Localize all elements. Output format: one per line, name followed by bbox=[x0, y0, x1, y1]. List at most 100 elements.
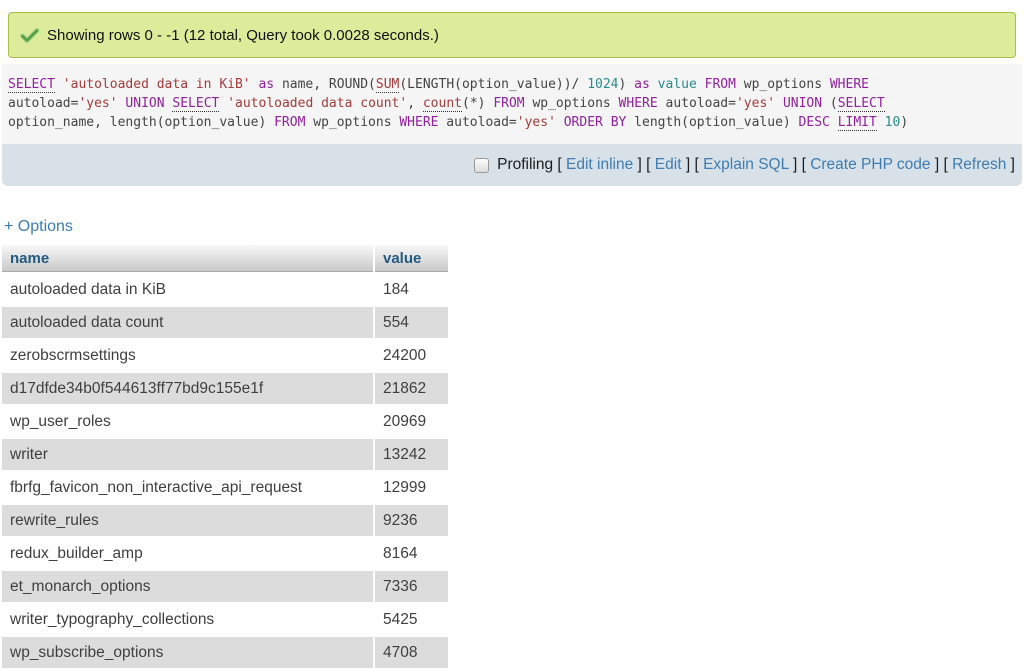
sql-token: 'autoloaded data in KiB' bbox=[63, 77, 251, 92]
sql-help-link[interactable]: LIMIT bbox=[838, 115, 877, 131]
explain-sql-link[interactable]: Explain SQL bbox=[703, 156, 789, 173]
cell-value: 554 bbox=[375, 307, 448, 338]
cell-name: writer_typography_collections bbox=[2, 604, 373, 635]
cell-value: 24200 bbox=[375, 340, 448, 371]
cell-name: et_monarch_options bbox=[2, 571, 373, 602]
cell-value: 12999 bbox=[375, 472, 448, 503]
bracket: ] bbox=[931, 156, 940, 173]
results-table-body: autoloaded data in KiB184autoloaded data… bbox=[2, 274, 448, 668]
sql-token: WHERE bbox=[830, 77, 869, 92]
table-row: writer_typography_collections5425 bbox=[2, 604, 448, 635]
cell-value: 20969 bbox=[375, 406, 448, 437]
sql-token: (LENGTH(option_value))/ bbox=[399, 77, 587, 92]
bracket: ] bbox=[633, 156, 642, 173]
cell-value: 8164 bbox=[375, 538, 448, 569]
sql-help-link[interactable]: SELECT bbox=[838, 96, 885, 112]
sql-line: option_name, length(option_value) FROM w… bbox=[8, 113, 1016, 132]
sql-token: 10 bbox=[885, 115, 901, 130]
query-tools-bar: Profiling [ Edit inline ] [ Edit ] [ Exp… bbox=[2, 144, 1022, 186]
sql-token: as bbox=[258, 77, 274, 92]
sql-token: 1024 bbox=[587, 77, 618, 92]
sql-token: autoload= bbox=[438, 115, 516, 130]
sql-token: ) bbox=[900, 115, 908, 130]
edit-inline-link[interactable]: Edit inline bbox=[566, 156, 633, 173]
sql-token: DESC bbox=[799, 115, 830, 130]
sql-token: 'yes' bbox=[736, 96, 775, 111]
cell-value: 9236 bbox=[375, 505, 448, 536]
sql-help-link[interactable]: SELECT bbox=[172, 96, 219, 112]
bracket: [ bbox=[642, 156, 655, 173]
sql-query-display: SELECT 'autoloaded data in KiB' as name,… bbox=[2, 64, 1022, 144]
sql-token: wp_options bbox=[525, 96, 619, 111]
sql-token: autoload= bbox=[8, 96, 78, 111]
query-result-container: SELECT 'autoloaded data in KiB' as name,… bbox=[2, 64, 1022, 186]
cell-value: 184 bbox=[375, 274, 448, 305]
sql-token bbox=[775, 96, 783, 111]
profiling-checkbox[interactable] bbox=[474, 158, 489, 173]
cell-value: 13242 bbox=[375, 439, 448, 470]
cell-name: wp_user_roles bbox=[2, 406, 373, 437]
sql-token: 'autoloaded data count' bbox=[227, 96, 407, 111]
refresh-link[interactable]: Refresh bbox=[952, 156, 1006, 173]
bracket: [ bbox=[797, 156, 810, 173]
table-row: wp_user_roles20969 bbox=[2, 406, 448, 437]
bracket: [ bbox=[939, 156, 952, 173]
cell-value: 21862 bbox=[375, 373, 448, 404]
cell-value: 4708 bbox=[375, 637, 448, 668]
sql-token: 'yes' bbox=[517, 115, 556, 130]
sql-token: option_name, length(option_value) bbox=[8, 115, 274, 130]
result-status-text: Showing rows 0 - -1 (12 total, Query too… bbox=[47, 27, 439, 44]
table-row: redux_builder_amp8164 bbox=[2, 538, 448, 569]
cell-value: 5425 bbox=[375, 604, 448, 635]
bracket: [ bbox=[553, 156, 566, 173]
table-row: wp_subscribe_options4708 bbox=[2, 637, 448, 668]
sql-token: length(option_value) bbox=[626, 115, 798, 130]
sql-token: value bbox=[658, 77, 697, 92]
sql-token bbox=[877, 115, 885, 130]
table-row: autoloaded data count554 bbox=[2, 307, 448, 338]
column-header-value[interactable]: value bbox=[375, 245, 448, 272]
cell-name: wp_subscribe_options bbox=[2, 637, 373, 668]
sql-token: autoload= bbox=[658, 96, 736, 111]
sql-token: 'yes' bbox=[78, 96, 117, 111]
cell-name: redux_builder_amp bbox=[2, 538, 373, 569]
sql-token: UNION bbox=[125, 96, 164, 111]
sql-token: wp_options bbox=[305, 115, 399, 130]
sql-token: UNION bbox=[783, 96, 822, 111]
sql-help-link[interactable]: count bbox=[423, 96, 462, 112]
table-row: zerobscrmsettings24200 bbox=[2, 340, 448, 371]
table-row: et_monarch_options7336 bbox=[2, 571, 448, 602]
create-php-code-link[interactable]: Create PHP code bbox=[810, 156, 930, 173]
profiling-label: Profiling bbox=[497, 156, 553, 174]
column-header-name[interactable]: name bbox=[2, 245, 373, 272]
sql-token bbox=[219, 96, 227, 111]
cell-name: fbrfg_favicon_non_interactive_api_reques… bbox=[2, 472, 373, 503]
options-toggle-link[interactable]: + Options bbox=[4, 218, 73, 236]
success-message-banner: Showing rows 0 - -1 (12 total, Query too… bbox=[8, 12, 1016, 58]
cell-name: writer bbox=[2, 439, 373, 470]
table-row: d17dfde34b0f544613ff77bd9c155e1f21862 bbox=[2, 373, 448, 404]
cell-name: autoloaded data in KiB bbox=[2, 274, 373, 305]
sql-line: SELECT 'autoloaded data in KiB' as name,… bbox=[8, 75, 1016, 94]
cell-name: d17dfde34b0f544613ff77bd9c155e1f bbox=[2, 373, 373, 404]
sql-token bbox=[55, 77, 63, 92]
table-row: fbrfg_favicon_non_interactive_api_reques… bbox=[2, 472, 448, 503]
sql-help-link[interactable]: SELECT bbox=[8, 77, 55, 93]
results-table: name value autoloaded data in KiB184auto… bbox=[0, 243, 450, 670]
sql-help-link[interactable]: SUM bbox=[376, 77, 399, 93]
bracket: ] bbox=[1006, 156, 1015, 173]
table-row: writer13242 bbox=[2, 439, 448, 470]
sql-token bbox=[556, 115, 564, 130]
edit-link[interactable]: Edit bbox=[655, 156, 682, 173]
sql-token: , bbox=[407, 96, 423, 111]
table-row: autoloaded data in KiB184 bbox=[2, 274, 448, 305]
table-row: rewrite_rules9236 bbox=[2, 505, 448, 536]
sql-token: FROM bbox=[493, 96, 524, 111]
sql-token bbox=[650, 77, 658, 92]
table-header-row: name value bbox=[2, 245, 448, 272]
cell-name: autoloaded data count bbox=[2, 307, 373, 338]
tools-links: [ Edit inline ] [ Edit ] [ Explain SQL ]… bbox=[553, 156, 1015, 174]
cell-name: rewrite_rules bbox=[2, 505, 373, 536]
sql-token: wp_options bbox=[736, 77, 830, 92]
sql-token: as bbox=[634, 77, 650, 92]
